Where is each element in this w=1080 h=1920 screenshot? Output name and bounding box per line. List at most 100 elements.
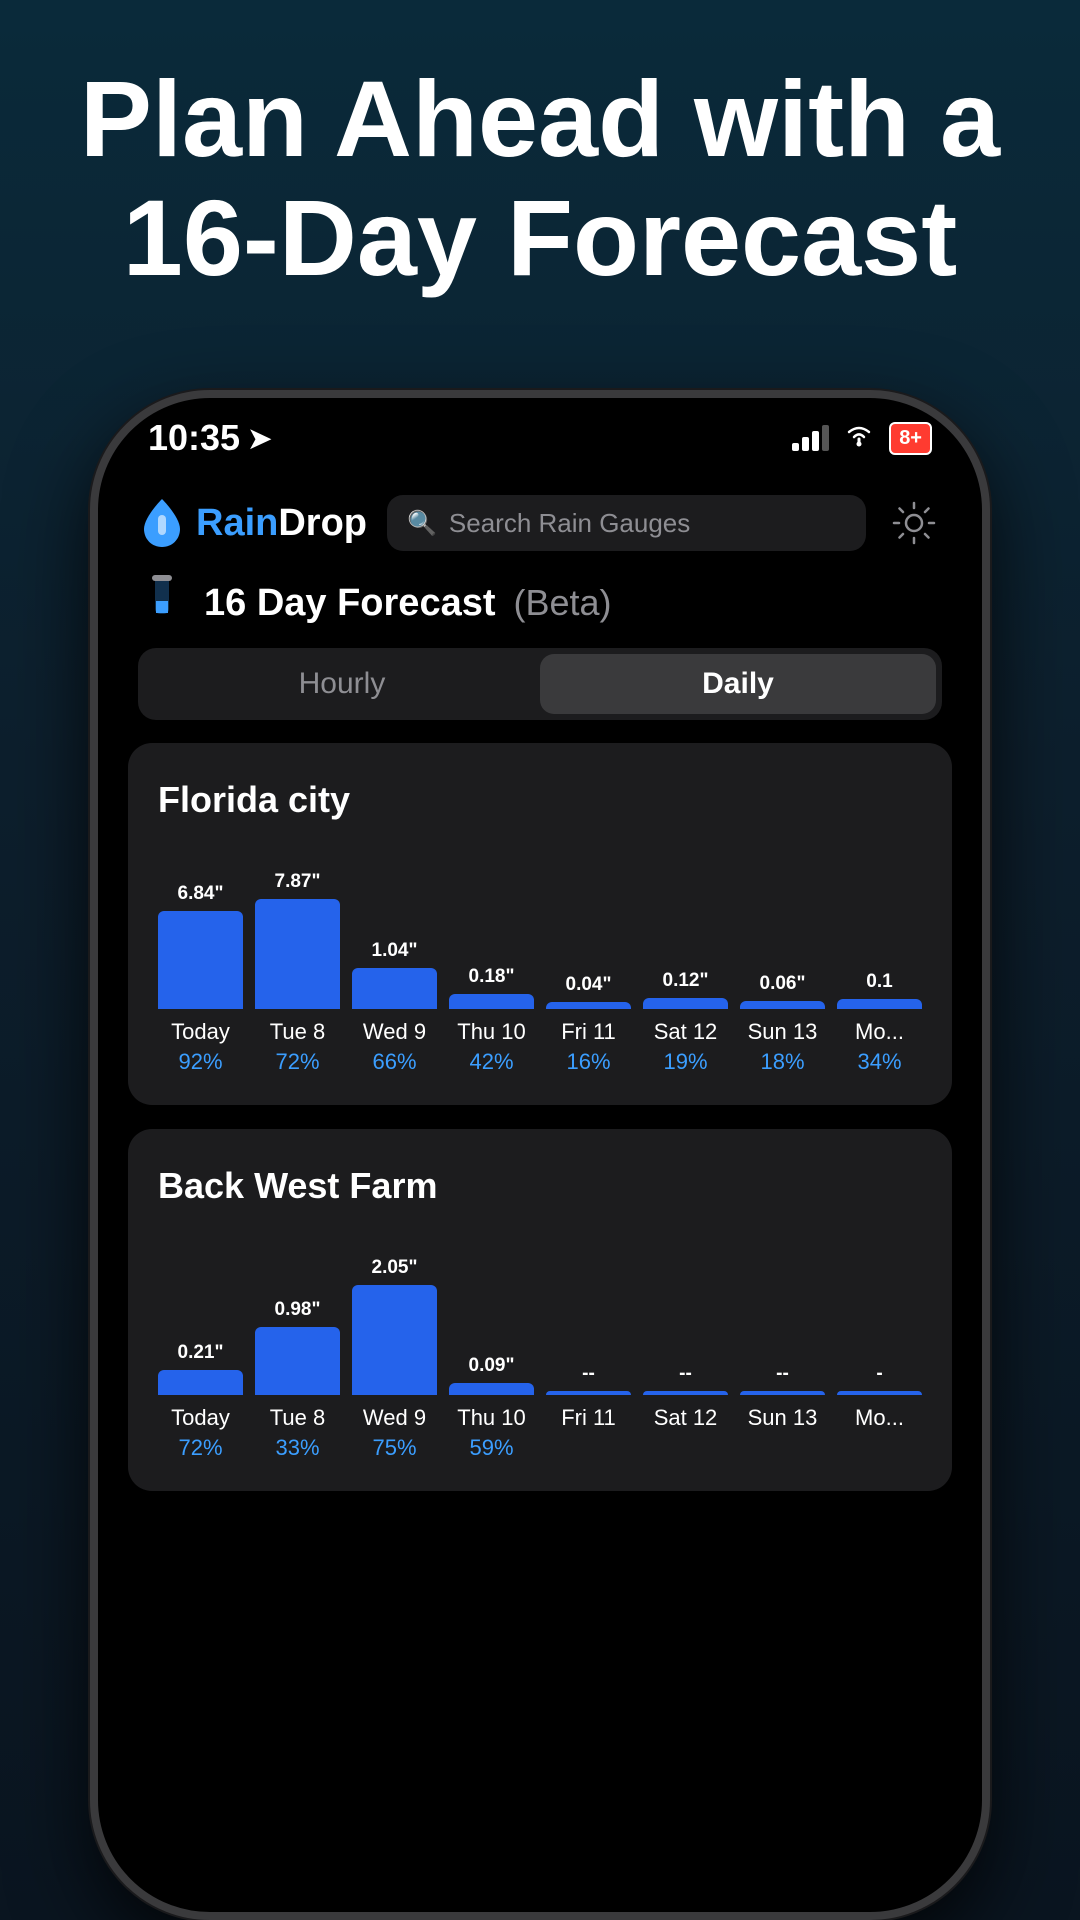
search-bar[interactable]: 🔍 Search Rain Gauges — [387, 495, 866, 551]
bar-chart-1: 0.21"0.98"2.05"0.09"------- — [158, 1235, 922, 1395]
bar-0-5 — [643, 998, 728, 1009]
pct-label-1-0: 72% — [178, 1435, 222, 1461]
bar-col-1-3: 0.09" — [449, 1355, 534, 1395]
bar-label-col-1-5: Sat 12 — [643, 1405, 728, 1461]
bar-label-col-0-7: Mo... 34% — [837, 1019, 922, 1075]
bar-col-0-1: 7.87" — [255, 871, 340, 1009]
bar-amount-1-1: 0.98" — [275, 1299, 321, 1321]
bar-amount-1-4: -- — [582, 1363, 595, 1385]
search-placeholder: Search Rain Gauges — [449, 508, 690, 539]
status-time: 10:35 ➤ — [148, 417, 272, 459]
daily-tab[interactable]: Daily — [540, 654, 936, 714]
bar-col-1-1: 0.98" — [255, 1299, 340, 1395]
bar-col-1-2: 2.05" — [352, 1257, 437, 1395]
bar-label-col-1-4: Fri 11 — [546, 1405, 631, 1461]
day-label-1-6: Sun 13 — [748, 1405, 818, 1431]
search-icon: 🔍 — [407, 509, 437, 538]
bar-0-1 — [255, 899, 340, 1009]
bar-label-col-0-2: Wed 9 66% — [352, 1019, 437, 1075]
bar-1-7 — [837, 1391, 922, 1395]
location-name-1: Back West Farm — [158, 1165, 922, 1207]
cards-container: Florida city6.84"7.87"1.04"0.18"0.04"0.1… — [98, 743, 982, 1912]
pct-label-0-1: 72% — [275, 1049, 319, 1075]
hero-line1: Plan Ahead with a — [20, 60, 1060, 179]
app-name: RainDrop — [196, 502, 367, 545]
bar-label-col-0-4: Fri 11 16% — [546, 1019, 631, 1075]
bar-0-4 — [546, 1002, 631, 1009]
bar-col-1-7: - — [837, 1363, 922, 1395]
bar-col-1-4: -- — [546, 1363, 631, 1395]
pct-label-0-5: 19% — [663, 1049, 707, 1075]
bar-label-col-1-0: Today 72% — [158, 1405, 243, 1461]
bar-amount-0-1: 7.87" — [275, 871, 321, 893]
bar-1-3 — [449, 1383, 534, 1395]
pct-label-1-2: 75% — [372, 1435, 416, 1461]
hero-text: Plan Ahead with a 16-Day Forecast — [0, 60, 1080, 298]
bar-amount-0-6: 0.06" — [760, 973, 806, 995]
day-label-0-1: Tue 8 — [270, 1019, 325, 1045]
bar-amount-0-7: 0.1 — [866, 971, 892, 993]
bar-0-2 — [352, 968, 437, 1009]
bar-1-2 — [352, 1285, 437, 1395]
raindrop-logo-icon — [138, 495, 186, 551]
section-title: 16 Day Forecast (Beta) — [138, 573, 612, 633]
day-label-0-5: Sat 12 — [654, 1019, 718, 1045]
bar-col-0-3: 0.18" — [449, 966, 534, 1009]
location-arrow-icon: ➤ — [248, 422, 271, 455]
bar-col-1-5: -- — [643, 1363, 728, 1395]
bar-0-6 — [740, 1001, 825, 1009]
settings-button[interactable] — [886, 495, 942, 551]
bar-col-0-0: 6.84" — [158, 883, 243, 1009]
day-label-0-0: Today — [171, 1019, 230, 1045]
pct-label-0-2: 66% — [372, 1049, 416, 1075]
day-label-1-0: Today — [171, 1405, 230, 1431]
pct-label-0-7: 34% — [857, 1049, 901, 1075]
pct-label-1-1: 33% — [275, 1435, 319, 1461]
bar-label-col-1-3: Thu 10 59% — [449, 1405, 534, 1461]
bar-amount-0-5: 0.12" — [663, 970, 709, 992]
bar-0-3 — [449, 994, 534, 1009]
bar-col-0-6: 0.06" — [740, 973, 825, 1009]
dynamic-island — [460, 416, 620, 456]
app-logo: RainDrop — [138, 495, 367, 551]
bar-label-col-1-6: Sun 13 — [740, 1405, 825, 1461]
bar-label-col-0-1: Tue 8 72% — [255, 1019, 340, 1075]
bar-label-col-0-3: Thu 1042% — [449, 1019, 534, 1075]
pct-label-0-4: 16% — [566, 1049, 610, 1075]
bar-label-col-1-2: Wed 975% — [352, 1405, 437, 1461]
day-label-1-7: Mo... — [855, 1405, 904, 1431]
vial-icon — [138, 573, 186, 633]
bar-amount-0-3: 0.18" — [469, 966, 515, 988]
phone-frame: 10:35 ➤ 8+ — [90, 390, 990, 1920]
bar-amount-0-4: 0.04" — [566, 974, 612, 996]
bar-amount-1-2: 2.05" — [372, 1257, 418, 1279]
bar-col-0-2: 1.04" — [352, 940, 437, 1009]
bar-label-col-0-0: Today 92% — [158, 1019, 243, 1075]
bar-labels-0: Today 92% Tue 8 72% Wed 9 66% Thu 1042% Fri 11 1… — [158, 1019, 922, 1075]
pct-label-0-0: 92% — [178, 1049, 222, 1075]
day-label-1-1: Tue 8 — [270, 1405, 325, 1431]
day-label-1-4: Fri 11 — [561, 1405, 616, 1431]
status-icons: 8+ — [792, 422, 932, 455]
day-label-0-2: Wed 9 — [363, 1019, 426, 1045]
bar-col-1-6: -- — [740, 1363, 825, 1395]
bar-label-col-1-7: Mo... — [837, 1405, 922, 1461]
beta-label: (Beta) — [514, 582, 612, 624]
day-label-0-7: Mo... — [855, 1019, 904, 1045]
day-label-1-3: Thu 10 — [457, 1405, 526, 1431]
bar-amount-1-0: 0.21" — [178, 1342, 224, 1364]
hourly-tab[interactable]: Hourly — [144, 654, 540, 714]
day-label-0-4: Fri 11 — [561, 1019, 616, 1045]
bar-label-col-1-1: Tue 8 33% — [255, 1405, 340, 1461]
bar-amount-0-2: 1.04" — [372, 940, 418, 962]
bar-1-1 — [255, 1327, 340, 1395]
bar-1-0 — [158, 1370, 243, 1395]
pct-label-1-3: 59% — [469, 1435, 513, 1461]
bar-1-5 — [643, 1391, 728, 1395]
day-label-0-3: Thu 10 — [457, 1019, 526, 1045]
bar-amount-1-7: - — [876, 1363, 882, 1385]
signal-icon — [792, 425, 829, 451]
app-header: RainDrop 🔍 Search Rain Gauges — [98, 478, 982, 568]
section-title-text: 16 Day Forecast — [204, 582, 496, 625]
bar-0-7 — [837, 999, 922, 1009]
